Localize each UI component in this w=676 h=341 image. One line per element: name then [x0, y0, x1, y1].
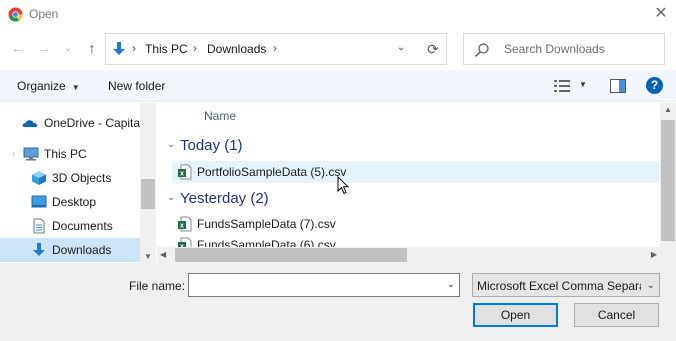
downloads-icon — [33, 243, 45, 256]
breadcrumb-downloads[interactable]: Downloads — [207, 42, 266, 56]
downloads-icon — [113, 42, 125, 55]
sidebar-item-documents[interactable]: Documents — [0, 214, 140, 238]
scrollbar-thumb[interactable] — [661, 120, 675, 241]
pc-icon — [23, 147, 39, 161]
recent-locations-button[interactable]: ⌄ — [58, 37, 78, 59]
file-name-input[interactable] — [191, 276, 435, 294]
file-type-value: Microsoft Excel Comma Separated Values F… — [477, 279, 641, 293]
sidebar-item-onedrive[interactable]: OneDrive - Capita — [0, 111, 140, 135]
preview-pane-icon[interactable] — [610, 79, 626, 93]
sidebar-item-3d-objects[interactable]: 3D Objects — [0, 166, 140, 190]
sidebar-item-label: This PC — [44, 147, 87, 161]
address-bar[interactable]: › This PC › Downloads › ⌄ ⟳ — [105, 33, 447, 65]
file-row[interactable]: x PortfolioSampleData (5).csv — [172, 161, 659, 183]
sidebar-item-label: Desktop — [52, 195, 97, 209]
group-label: Yesterday (2) — [180, 190, 269, 207]
file-name-label: File name: — [129, 279, 186, 293]
chevron-down-icon[interactable]: ⌄ — [167, 139, 175, 150]
group-header-today[interactable]: ⌄ Today (1) — [165, 135, 655, 157]
sidebar-item-desktop[interactable]: Desktop — [0, 190, 140, 214]
sidebar-item-label: OneDrive - Capita — [44, 116, 141, 130]
dialog-footer: File name: ⌄ Microsoft Excel Comma Separ… — [0, 263, 676, 341]
sidebar-item-label: Documents — [52, 219, 113, 233]
breadcrumb-separator[interactable]: › — [193, 41, 197, 55]
close-button[interactable]: ✕ — [650, 4, 672, 24]
forward-button[interactable]: → — [34, 37, 54, 59]
sidebar-item-downloads[interactable]: Downloads — [0, 238, 140, 262]
file-name: PortfolioSampleData (5).csv — [197, 165, 347, 179]
help-icon[interactable]: ? — [646, 77, 663, 94]
excel-csv-icon: x — [178, 216, 192, 232]
scroll-down-icon[interactable]: ▼ — [142, 252, 154, 261]
chrome-icon — [8, 7, 23, 22]
view-caret-icon[interactable]: ▼ — [579, 80, 587, 89]
file-list-horizontal-scrollbar[interactable]: ◀ ▶ — [157, 247, 660, 263]
window-title: Open — [29, 7, 59, 21]
svg-text:x: x — [180, 223, 184, 230]
svg-text:x: x — [180, 171, 184, 178]
documents-icon — [33, 218, 45, 234]
scrollbar-thumb[interactable] — [141, 179, 155, 209]
sidebar-item-this-pc[interactable]: › This PC — [0, 142, 140, 166]
mouse-pointer-icon — [337, 176, 349, 195]
search-input[interactable]: Search Downloads — [504, 42, 605, 56]
scroll-up-icon[interactable]: ▲ — [662, 105, 674, 114]
sidebar-item-label: Downloads — [52, 243, 112, 257]
breadcrumb-this-pc[interactable]: This PC — [145, 42, 188, 56]
sidebar-item-label: 3D Objects — [52, 171, 112, 185]
refresh-button[interactable]: ⟳ — [418, 34, 447, 64]
file-name: FundsSampleData (7).csv — [197, 217, 336, 231]
3d-objects-icon — [32, 171, 46, 185]
excel-csv-icon: x — [178, 164, 192, 180]
expand-arrow-icon[interactable]: › — [12, 149, 15, 158]
file-list-vertical-scrollbar[interactable]: ▲ — [660, 103, 676, 263]
onedrive-icon — [22, 120, 38, 127]
navigation-bar: ← → ⌄ ↑ › This PC › Downloads › ⌄ ⟳ Sear… — [0, 28, 676, 70]
file-name-field[interactable]: ⌄ — [188, 273, 460, 297]
breadcrumb-separator[interactable]: › — [273, 41, 277, 55]
search-icon — [475, 43, 489, 57]
desktop-icon — [31, 195, 47, 208]
chevron-down-icon[interactable]: ⌄ — [447, 279, 455, 290]
open-button[interactable]: Open — [473, 303, 558, 327]
sidebar-scrollbar[interactable]: ▼ — [140, 103, 156, 263]
chevron-down-icon[interactable]: ⌄ — [167, 192, 175, 203]
chevron-down-icon[interactable]: ⌄ — [647, 280, 655, 291]
scroll-left-icon[interactable]: ◀ — [160, 250, 166, 259]
group-label: Today (1) — [180, 137, 243, 154]
breadcrumb-separator[interactable]: › — [132, 41, 136, 55]
scrollbar-thumb[interactable] — [175, 248, 407, 262]
chevron-down-icon[interactable]: ⌄ — [392, 42, 410, 58]
search-box[interactable]: Search Downloads — [463, 33, 665, 65]
back-button[interactable]: ← — [8, 37, 28, 59]
up-button[interactable]: ↑ — [82, 37, 102, 59]
group-header-yesterday[interactable]: ⌄ Yesterday (2) — [165, 188, 655, 210]
organize-label: Organize — [17, 79, 66, 93]
file-list-pane: Name ⌄ Today (1) x PortfolioSampleData (… — [157, 103, 676, 263]
view-options-icon[interactable] — [554, 79, 570, 93]
navigation-pane: OneDrive - Capita › This PC 3D Objects D… — [0, 103, 156, 263]
cancel-button[interactable]: Cancel — [574, 303, 659, 327]
column-header-name[interactable]: Name — [204, 109, 236, 123]
file-row[interactable]: x FundsSampleData (7).csv — [172, 213, 659, 235]
file-type-select[interactable]: Microsoft Excel Comma Separated Values F… — [472, 273, 660, 297]
new-folder-button[interactable]: New folder — [108, 79, 165, 93]
organize-button[interactable]: Organize ▼ — [17, 79, 80, 93]
title-bar: Open ✕ — [0, 0, 676, 28]
scroll-right-icon[interactable]: ▶ — [651, 250, 657, 259]
caret-down-icon: ▼ — [71, 83, 80, 92]
command-toolbar: Organize ▼ New folder ▼ ? — [0, 70, 676, 102]
